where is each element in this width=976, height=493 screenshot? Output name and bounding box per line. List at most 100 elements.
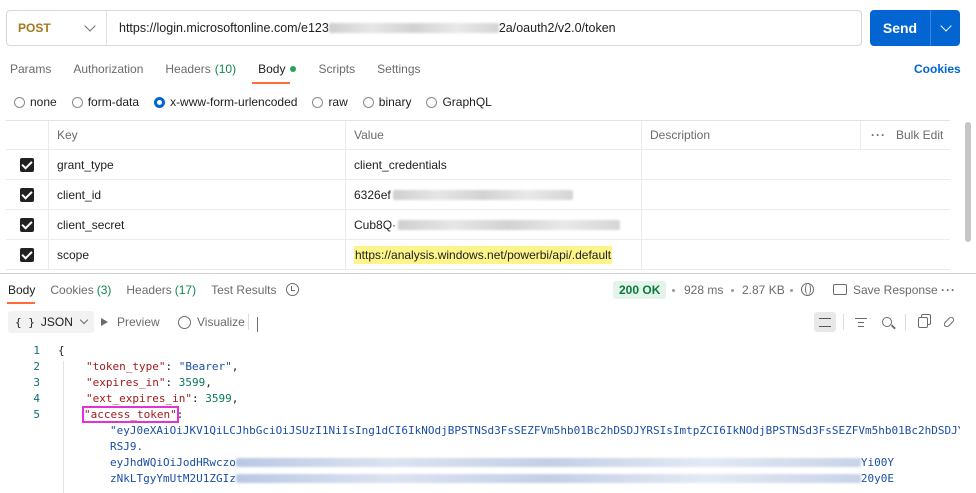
table-header-row: Key Value Description ··· Bulk Edit: [6, 121, 950, 150]
tab-settings[interactable]: Settings: [377, 62, 420, 76]
token-text-start: eyJhdWQiOiJodHRwczo: [110, 455, 236, 469]
save-response-button[interactable]: Save Response: [853, 283, 938, 297]
tab-authorization[interactable]: Authorization: [73, 62, 143, 76]
row-checkbox[interactable]: [6, 210, 49, 239]
tab-params[interactable]: Params: [10, 62, 51, 76]
json-key: "expires_in": [86, 375, 166, 389]
response-tab-test-results[interactable]: Test Results: [211, 283, 276, 297]
format-select[interactable]: { } JSON: [8, 311, 94, 333]
visualize-button[interactable]: Visualize: [178, 315, 245, 329]
description-cell[interactable]: [642, 150, 950, 179]
wrap-lines-button[interactable]: [814, 312, 836, 332]
json-number: 3599: [178, 375, 206, 389]
radio-form-data[interactable]: form-data: [71, 95, 140, 109]
braces-icon: { }: [15, 315, 35, 329]
url-text-end: 2a/oauth2/v2.0/token: [498, 21, 616, 35]
key-cell[interactable]: grant_type: [49, 150, 346, 179]
radio-form-data-label: form-data: [87, 95, 140, 109]
save-response-icon: [833, 284, 847, 295]
code-line: 3 "expires_in": 3599,: [0, 374, 211, 390]
description-cell[interactable]: [642, 210, 950, 239]
key-cell[interactable]: client_secret: [49, 210, 346, 239]
format-label: JSON: [40, 315, 73, 329]
network-globe-icon[interactable]: [801, 283, 814, 296]
request-tabs: Params Authorization Headers (10) Body S…: [10, 60, 443, 78]
value-text: Cub8Q·: [354, 217, 397, 232]
chevron-down-icon: [939, 20, 952, 32]
visualize-options-button[interactable]: [257, 317, 258, 332]
send-button[interactable]: Send: [870, 10, 960, 46]
token-text-end: Yi00Y: [860, 455, 894, 469]
more-options-icon[interactable]: ···: [941, 283, 956, 297]
row-checkbox[interactable]: [6, 150, 49, 179]
table-scrollbar[interactable]: [965, 122, 971, 242]
url-text-start: https://login.microsoftonline.com/e123: [119, 21, 329, 35]
modified-dot-icon: [290, 66, 297, 72]
response-tabs: Body Cookies (3) Headers (17) Test Results: [8, 283, 291, 297]
search-button[interactable]: [876, 312, 898, 332]
code-line: 2 "token_type": "Bearer",: [0, 358, 238, 374]
description-cell[interactable]: [642, 240, 950, 269]
copy-icon: [918, 316, 928, 328]
url-input[interactable]: https://login.microsoftonline.com/e123 2…: [107, 21, 616, 35]
tab-headers[interactable]: Headers (10): [165, 62, 236, 76]
send-options-button[interactable]: [930, 10, 960, 46]
response-active-tab-indicator: [7, 302, 35, 304]
pane-divider[interactable]: [0, 273, 976, 274]
bulk-edit-button[interactable]: ··· Bulk Edit: [860, 121, 950, 149]
tab-scripts[interactable]: Scripts: [318, 62, 355, 76]
filter-button[interactable]: [850, 312, 872, 332]
search-icon: [882, 317, 892, 327]
url-redacted: [328, 23, 499, 33]
response-tab-body[interactable]: Body: [8, 283, 35, 297]
code-line: 1 {: [0, 342, 64, 358]
radio-urlencoded[interactable]: x-www-form-urlencoded: [154, 95, 297, 109]
key-cell[interactable]: client_id: [49, 180, 346, 209]
radio-none[interactable]: none: [14, 95, 57, 109]
response-tab-headers-label: Headers: [126, 283, 172, 297]
chevron-down-icon: [257, 317, 258, 332]
chevron-down-icon: [79, 315, 89, 325]
radio-graphql[interactable]: GraphQL: [426, 95, 492, 109]
separator-dot: [672, 289, 675, 292]
value-redacted: [398, 219, 621, 230]
row-checkbox[interactable]: [6, 240, 49, 269]
preview-label: Preview: [117, 315, 160, 329]
response-tab-headers[interactable]: Headers (17): [126, 283, 196, 297]
send-label: Send: [882, 20, 918, 36]
response-tab-cookies[interactable]: Cookies (3): [50, 283, 111, 297]
value-cell[interactable]: 6326ef: [346, 180, 642, 209]
response-body-editor[interactable]: 1 { 2 "token_type": "Bearer", 3 "expires…: [0, 341, 960, 493]
key-cell[interactable]: scope: [49, 240, 346, 269]
token-text: "eyJ0eXAiOiJKV1QiLCJhbGciOiJSUzI1NiIsIng…: [110, 423, 960, 437]
code-text: {: [58, 343, 65, 357]
link-button[interactable]: [938, 312, 960, 332]
tab-body[interactable]: Body: [258, 62, 297, 76]
code-line: 4 "ext_expires_in": 3599,: [0, 390, 238, 406]
status-badge[interactable]: 200 OK: [613, 281, 667, 299]
history-icon[interactable]: [286, 283, 299, 296]
body-type-selector: none form-data x-www-form-urlencoded raw…: [14, 94, 507, 110]
radio-off-icon: [71, 96, 83, 108]
description-cell[interactable]: [642, 180, 950, 209]
tab-headers-label: Headers: [165, 62, 211, 76]
radio-binary[interactable]: binary: [362, 95, 411, 109]
value-cell[interactable]: https://analysis.windows.net/powerbi/api…: [346, 240, 642, 269]
bulk-edit-label: Bulk Edit: [896, 128, 944, 142]
response-time[interactable]: 928 ms: [684, 283, 723, 297]
row-checkbox[interactable]: [6, 180, 49, 209]
radio-raw[interactable]: raw: [312, 95, 348, 109]
value-cell[interactable]: client_credentials: [346, 150, 642, 179]
preview-button[interactable]: Preview: [101, 315, 160, 329]
cookies-link[interactable]: Cookies: [914, 62, 961, 76]
highlighted-value: https://analysis.windows.net/powerbi/api…: [354, 245, 613, 264]
tab-body-label: Body: [258, 62, 286, 76]
copy-button[interactable]: [912, 312, 934, 332]
token-text: eyJhdWQiOiJodHRwczo Yi00Y: [110, 456, 894, 469]
code-text: "expires_in": 3599,: [86, 375, 212, 389]
response-size[interactable]: 2.87 KB: [742, 283, 785, 297]
column-header-description-label: Description: [650, 128, 711, 142]
method-select[interactable]: POST: [7, 11, 107, 45]
response-tab-cookies-label: Cookies: [50, 283, 94, 297]
value-cell[interactable]: Cub8Q·: [346, 210, 642, 239]
